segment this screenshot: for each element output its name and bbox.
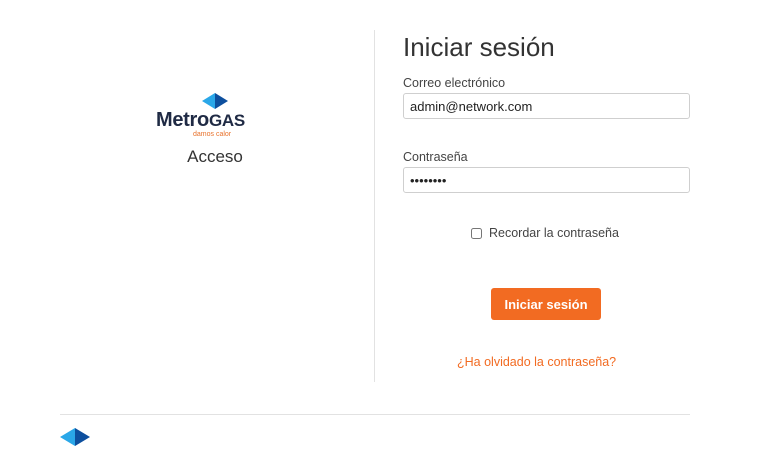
vertical-divider xyxy=(374,30,375,382)
metrogas-logo: MetroGAS damos calor xyxy=(156,93,266,138)
logo-tagline: damos calor xyxy=(193,131,232,138)
footer-divider xyxy=(60,414,690,415)
page-title: Iniciar sesión xyxy=(403,32,555,62)
password-label: Contraseña xyxy=(403,150,468,164)
diamond-logo-icon xyxy=(60,428,90,446)
forgot-password-link[interactable]: ¿Ha olvidado la contraseña? xyxy=(457,355,616,369)
email-field[interactable] xyxy=(403,93,690,119)
brand-panel: MetroGAS damos calor Acceso xyxy=(60,30,370,382)
email-label: Correo electrónico xyxy=(403,76,506,90)
remember-label: Recordar la contraseña xyxy=(489,226,619,240)
login-button[interactable]: Iniciar sesión xyxy=(491,288,601,320)
login-form: Iniciar sesión Correo electrónico Contra… xyxy=(403,30,693,382)
password-field[interactable] xyxy=(403,167,690,193)
access-label: Acceso xyxy=(187,147,243,166)
remember-checkbox[interactable] xyxy=(471,227,482,239)
remember-password[interactable]: Recordar la contraseña xyxy=(471,226,619,240)
logo-wordmark: MetroGAS xyxy=(156,109,245,131)
diamond-logo-icon xyxy=(202,93,228,109)
